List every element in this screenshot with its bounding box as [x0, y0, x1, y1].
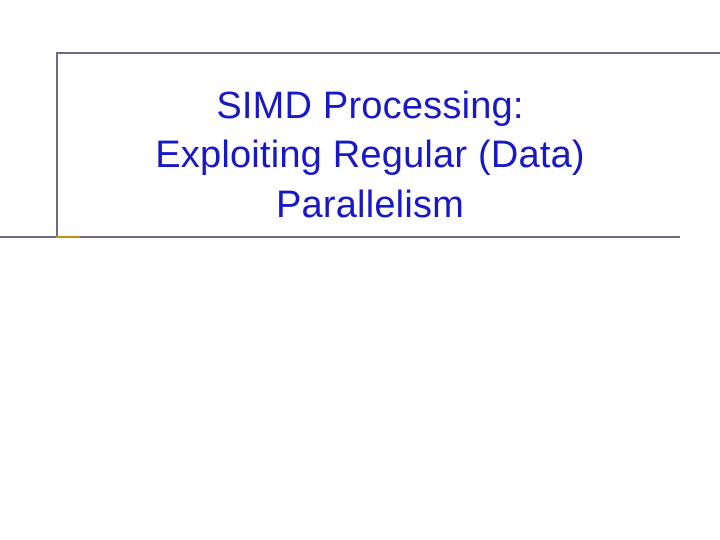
- slide-title: SIMD Processing: Exploiting Regular (Dat…: [60, 82, 680, 230]
- top-rule: [56, 52, 720, 54]
- bottom-accent: [56, 236, 80, 238]
- slide-container: SIMD Processing: Exploiting Regular (Dat…: [0, 0, 720, 540]
- title-line-3: Parallelism: [60, 181, 680, 230]
- left-rule: [56, 52, 58, 238]
- title-line-1: SIMD Processing:: [60, 82, 680, 131]
- bottom-rule: [0, 236, 680, 238]
- title-line-2: Exploiting Regular (Data): [60, 131, 680, 180]
